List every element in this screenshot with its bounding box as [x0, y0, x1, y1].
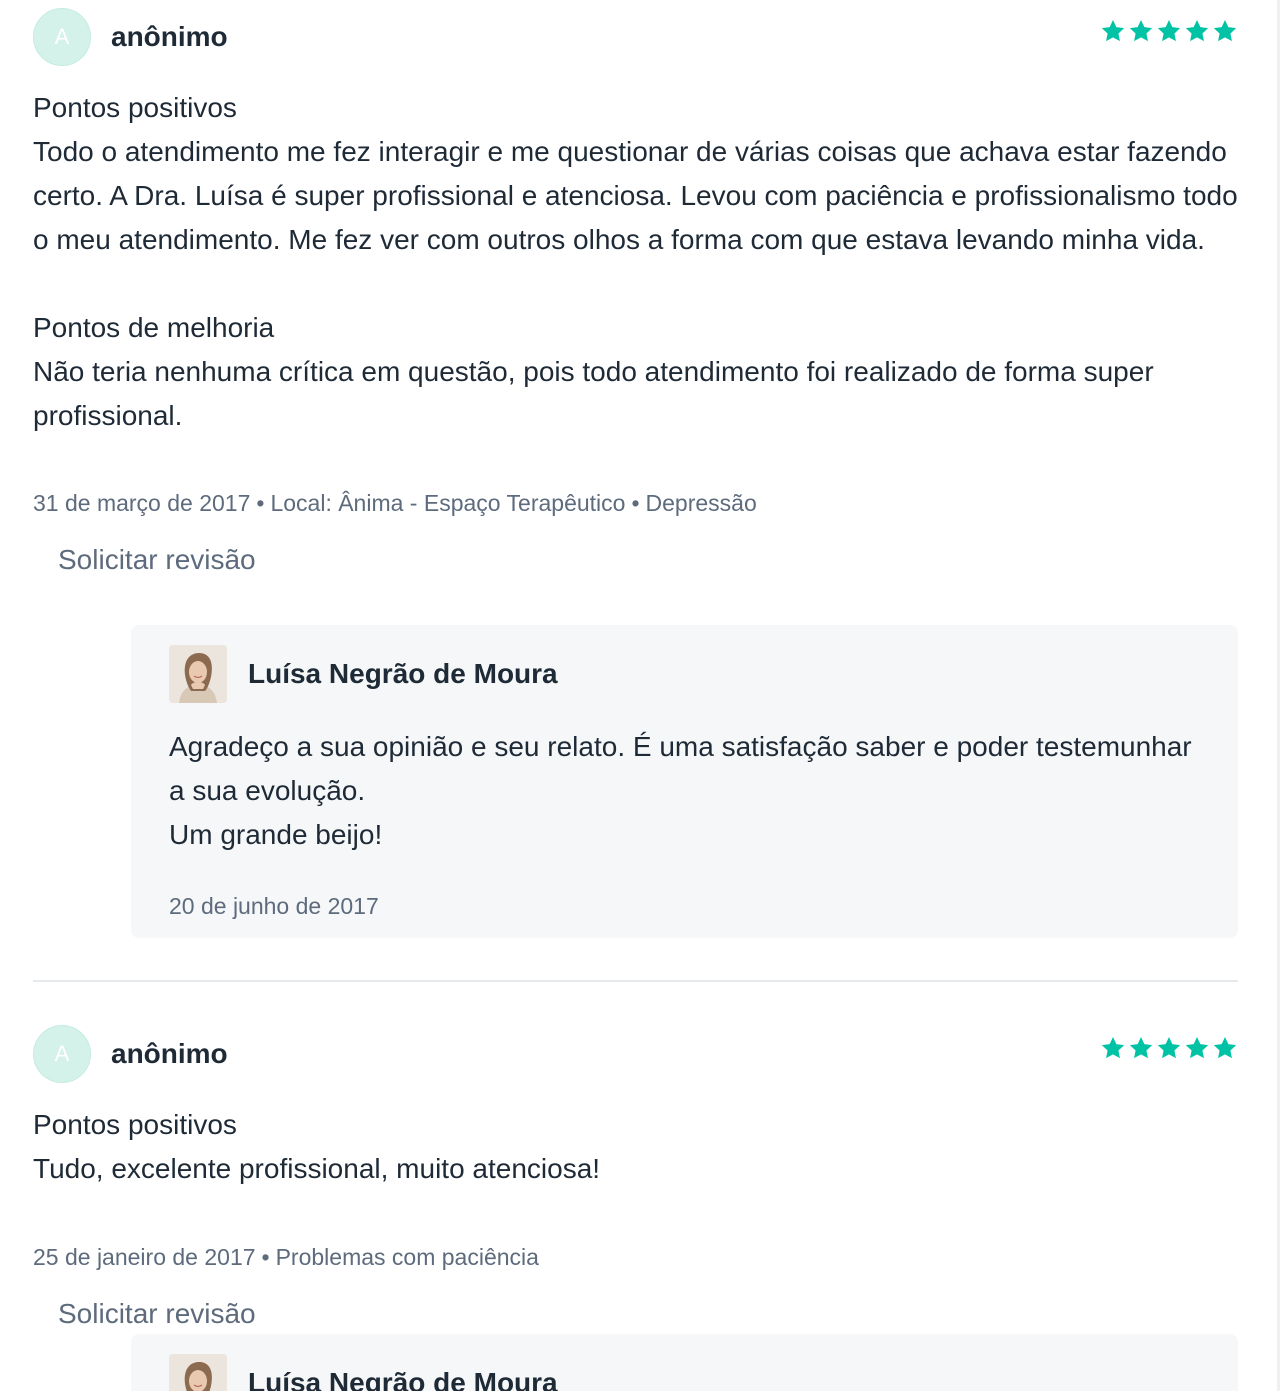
- professional-name[interactable]: Luísa Negrão de Moura: [248, 1367, 558, 1391]
- positives-section: Pontos positivos Todo o atendimento me f…: [33, 86, 1238, 262]
- review-card: A anônimo Pontos positivos Todo o atendi…: [33, 8, 1238, 938]
- star-icon: [1184, 1035, 1210, 1061]
- review-author: anônimo: [111, 21, 228, 52]
- improvements-title: Pontos de melhoria: [33, 312, 275, 343]
- review-author: anônimo: [111, 1038, 228, 1069]
- review-divider: [33, 980, 1238, 982]
- positives-text: Tudo, excelente profissional, muito aten…: [33, 1153, 601, 1184]
- reply-header: Luísa Negrão de Moura: [169, 1354, 1200, 1391]
- review-header: A anônimo: [33, 8, 1238, 66]
- reply-header: Luísa Negrão de Moura: [169, 645, 1200, 703]
- review-location[interactable]: Local: Ânima - Espaço Terapêutico: [270, 490, 625, 516]
- star-icon: [1156, 1035, 1182, 1061]
- improvements-section: Pontos de melhoria Não teria nenhuma crí…: [33, 306, 1238, 438]
- star-icon: [1128, 18, 1154, 44]
- review-meta: 25 de janeiro de 2017 • Problemas com paci…: [33, 1242, 1238, 1272]
- professional-photo: [169, 1354, 227, 1391]
- professional-reply: Luísa Negrão de Moura: [131, 1334, 1238, 1391]
- positives-title: Pontos positivos: [33, 1109, 237, 1140]
- review-date: 31 de março de 2017: [33, 490, 251, 516]
- star-icon: [1156, 18, 1182, 44]
- star-icon: [1184, 18, 1210, 44]
- meta-separator: •: [631, 490, 640, 516]
- avatar: A: [33, 1025, 91, 1083]
- review-header: A anônimo: [33, 1025, 1238, 1083]
- professional-name[interactable]: Luísa Negrão de Moura: [248, 658, 558, 690]
- request-review-link[interactable]: Solicitar revisão: [58, 1298, 256, 1330]
- reviews-page: A anônimo Pontos positivos Todo o atendi…: [0, 0, 1280, 1391]
- positives-title: Pontos positivos: [33, 92, 237, 123]
- avatar: A: [33, 8, 91, 66]
- reply-text-line: Agradeço a sua opinião e seu relato. É u…: [169, 731, 1192, 806]
- star-icon: [1212, 18, 1238, 44]
- star-icon: [1100, 1035, 1126, 1061]
- review-date: 25 de janeiro de 2017: [33, 1244, 256, 1270]
- professional-reply: Luísa Negrão de Moura Agradeço a sua opi…: [131, 625, 1238, 938]
- review-topic[interactable]: Depressão: [646, 490, 757, 516]
- review-topic[interactable]: Problemas com paciência: [276, 1244, 539, 1270]
- professional-photo: [169, 645, 227, 703]
- request-review-link[interactable]: Solicitar revisão: [58, 544, 256, 576]
- reply-text-line: Um grande beijo!: [169, 819, 383, 850]
- star-icon: [1100, 18, 1126, 44]
- star-icon: [1128, 1035, 1154, 1061]
- improvements-text: Não teria nenhuma crítica em questão, po…: [33, 356, 1154, 431]
- positives-text: Todo o atendimento me fez interagir e me…: [33, 136, 1238, 255]
- meta-separator: •: [256, 490, 265, 516]
- review-meta: 31 de março de 2017 • Local: Ânima - Espaç…: [33, 488, 1238, 518]
- star-icon: [1212, 1035, 1238, 1061]
- star-rating: [1100, 18, 1238, 44]
- reply-date: 20 de junho de 2017: [169, 893, 379, 919]
- star-rating: [1100, 1035, 1238, 1061]
- review-card: A anônimo Pontos positivos Tudo, excelen…: [33, 1025, 1238, 1391]
- reply-text: Agradeço a sua opinião e seu relato. É u…: [169, 725, 1200, 857]
- positives-section: Pontos positivos Tudo, excelente profiss…: [33, 1103, 1238, 1191]
- meta-separator: •: [261, 1244, 270, 1270]
